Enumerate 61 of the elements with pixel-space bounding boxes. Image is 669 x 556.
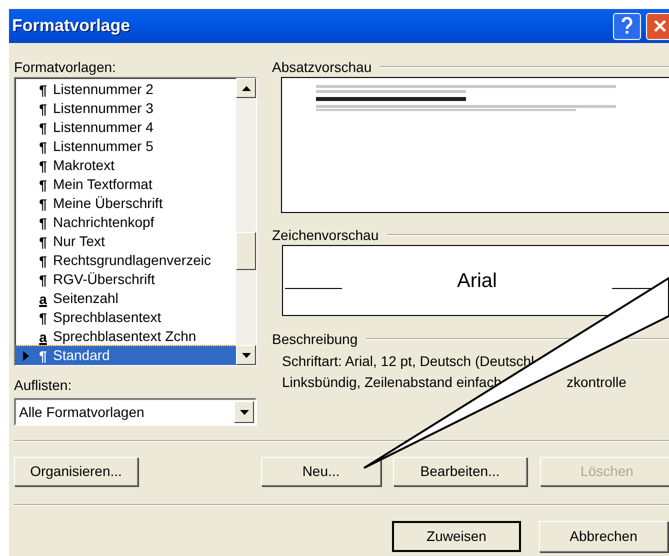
character-style-icon: a — [36, 292, 50, 306]
dialog-button[interactable]: Organisieren... — [14, 457, 138, 486]
style-list-item[interactable]: ¶ Nur Text — [16, 232, 236, 251]
style-list-item[interactable]: ¶ Sprechblasentext — [16, 308, 236, 327]
style-list-item[interactable]: ¶ Makrotext — [16, 156, 236, 175]
style-name: Nachrichtenkopf — [53, 213, 154, 232]
paragraph-style-icon: ¶ — [36, 348, 50, 362]
style-name: Listennummer 2 — [53, 80, 154, 99]
style-name: Sprechblasentext Zchn — [53, 327, 196, 346]
description-text: Schriftart: Arial, 12 pt, Deutsch (Deutschl — [282, 352, 536, 371]
dialog-button[interactable]: Zuweisen — [392, 521, 521, 552]
style-name: Meine Überschrift — [53, 194, 163, 213]
style-list-item[interactable]: a Seitenzahl — [16, 289, 236, 308]
style-list-item[interactable]: ¶ RGV-Überschrift — [16, 270, 236, 289]
dialog-button[interactable]: Abbrechen — [539, 521, 668, 552]
style-list-item[interactable]: ¶ Nachrichtenkopf — [16, 213, 236, 232]
field-label: Auflisten: — [14, 376, 73, 395]
style-name: Nur Text — [53, 232, 105, 251]
dialog-button[interactable]: Bearbeiten... — [393, 457, 527, 486]
character-style-icon: a — [36, 330, 50, 344]
style-name: Mein Textformat — [53, 175, 152, 194]
paragraph-style-icon: ¶ — [36, 272, 50, 286]
style-name: Makrotext — [53, 156, 114, 175]
paragraph-style-icon: ¶ — [36, 178, 50, 192]
window-title: Formatvorlage — [12, 15, 132, 38]
paragraph-style-icon: ¶ — [36, 310, 50, 324]
paragraph-style-icon: ¶ — [36, 82, 50, 96]
style-list-item[interactable]: ¶ Listennummer 5 — [16, 137, 236, 156]
paragraph-style-icon: ¶ — [36, 158, 50, 172]
style-name: Seitenzahl — [53, 289, 118, 308]
style-list-item[interactable]: ¶ Standard — [16, 346, 236, 365]
style-list-item[interactable]: ¶ Meine Überschrift — [16, 194, 236, 213]
style-list-item[interactable]: ¶ Rechtsgrundlagenverzeic — [16, 251, 236, 270]
description-text: Linksbündig, Zeilenabstand einfach — [282, 373, 502, 392]
style-name: RGV-Überschrift — [53, 270, 155, 289]
field-label: Formatvorlagen: — [14, 58, 117, 77]
list-dropdown[interactable]: Alle Formatvorlagen — [14, 398, 257, 426]
paragraph-style-icon: ¶ — [36, 120, 50, 134]
style-name: Listennummer 4 — [53, 118, 154, 137]
style-name: Rechtsgrundlagenverzeic — [53, 251, 211, 270]
dialog-button[interactable]: Neu... — [261, 457, 381, 486]
group-label: Zeichenvorschau — [272, 226, 379, 244]
style-list-item[interactable]: ¶ Listennummer 2 — [16, 80, 236, 99]
style-name: Sprechblasentext — [53, 308, 162, 327]
style-list-item[interactable]: a Sprechblasentext Zchn — [16, 327, 236, 346]
style-name: Listennummer 5 — [53, 137, 154, 156]
paragraph-style-icon: ¶ — [36, 254, 50, 268]
style-list-item[interactable]: ¶ Listennummer 3 — [16, 99, 236, 118]
style-list-item[interactable]: ¶ Listennummer 4 — [16, 118, 236, 137]
style-name: Listennummer 3 — [53, 99, 154, 118]
paragraph-style-icon: ¶ — [36, 140, 50, 154]
style-name: Standard — [53, 346, 110, 365]
description-text: zkontrolle — [566, 373, 626, 392]
paragraph-style-icon: ¶ — [36, 102, 50, 116]
group-label: Absatzvorschau — [272, 58, 372, 76]
paragraph-style-icon: ¶ — [36, 216, 50, 230]
font-sample: Arial — [456, 268, 498, 294]
style-list-item[interactable]: ¶ Mein Textformat — [16, 175, 236, 194]
group-label: Beschreibung — [272, 330, 358, 349]
paragraph-style-icon: ¶ — [36, 234, 50, 248]
paragraph-style-icon: ¶ — [36, 196, 50, 210]
